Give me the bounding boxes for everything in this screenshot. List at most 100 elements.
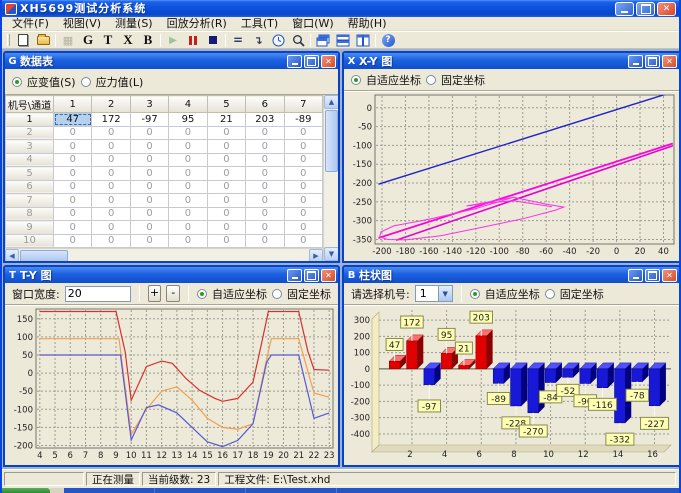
table-cell[interactable]: 0 (284, 126, 322, 140)
table-cell[interactable]: 0 (207, 234, 245, 248)
table-cell[interactable]: 0 (169, 153, 207, 167)
ty-adaptive-axis-radio[interactable] (197, 289, 207, 299)
strain-radio[interactable] (12, 77, 22, 87)
width-increase-button[interactable]: + (148, 285, 162, 302)
data-table-restore-button[interactable] (304, 55, 319, 68)
cascade-windows-button[interactable] (313, 32, 333, 48)
row-header[interactable]: 3 (6, 140, 54, 154)
table-cell[interactable]: 0 (169, 221, 207, 235)
xy-view-button[interactable]: X (118, 32, 138, 48)
table-cell[interactable]: 0 (169, 180, 207, 194)
ty-close-button[interactable] (321, 269, 336, 282)
machine-select[interactable]: 1 ▼ (415, 285, 453, 302)
menu-view[interactable]: 视图(V) (56, 17, 108, 30)
balance-button[interactable]: ▦ (58, 32, 78, 48)
tile-vertical-button[interactable] (353, 32, 373, 48)
table-cell[interactable]: 203 (246, 113, 284, 127)
bar-fixed-axis-radio[interactable] (545, 289, 555, 299)
start-button-edge[interactable] (2, 488, 50, 493)
open-file-button[interactable] (33, 32, 53, 48)
table-cell[interactable]: 21 (207, 113, 245, 127)
table-cell[interactable]: 0 (92, 126, 130, 140)
table-cell[interactable]: -97 (130, 113, 168, 127)
table-cell[interactable]: 0 (246, 207, 284, 221)
menu-window[interactable]: 窗口(W) (285, 17, 340, 30)
data-table-close-button[interactable] (321, 55, 336, 68)
menu-replay-analysis[interactable]: 回放分析(R) (160, 17, 234, 30)
table-cell[interactable]: 0 (130, 207, 168, 221)
table-cell[interactable]: 172 (92, 113, 130, 127)
column-header[interactable]: 5 (207, 96, 245, 113)
table-cell[interactable]: 0 (130, 180, 168, 194)
xy-fixed-axis-radio[interactable] (426, 75, 436, 85)
restore-button[interactable] (636, 2, 655, 16)
menu-measure[interactable]: 测量(S) (108, 17, 160, 30)
table-cell[interactable]: 0 (54, 140, 92, 154)
bar-adaptive-axis-radio[interactable] (470, 289, 480, 299)
table-cell[interactable]: 0 (54, 167, 92, 181)
ty-minimize-button[interactable] (287, 269, 302, 282)
table-cell[interactable]: 0 (284, 207, 322, 221)
stop-button[interactable] (203, 32, 223, 48)
menu-tools[interactable]: 工具(T) (234, 17, 285, 30)
table-cell[interactable]: 0 (169, 194, 207, 208)
table-cell[interactable]: 0 (130, 140, 168, 154)
ty-titlebar[interactable]: T T-Y 图 (5, 267, 338, 283)
ty-fixed-axis-radio[interactable] (272, 289, 282, 299)
table-cell[interactable]: 0 (54, 194, 92, 208)
table-cell[interactable]: 0 (246, 234, 284, 248)
row-header[interactable]: 9 (6, 221, 54, 235)
xy-restore-button[interactable] (645, 55, 660, 68)
table-cell[interactable]: 0 (54, 153, 92, 167)
column-header[interactable]: 7 (284, 96, 322, 113)
row-header[interactable]: 4 (6, 153, 54, 167)
ty-restore-button[interactable] (304, 269, 319, 282)
minimize-button[interactable] (615, 2, 634, 16)
column-header[interactable]: 1 (54, 96, 92, 113)
table-cell[interactable]: 0 (130, 194, 168, 208)
column-header[interactable]: 3 (130, 96, 168, 113)
step-button[interactable]: ↴ (248, 32, 268, 48)
start-button[interactable]: ▶ (163, 32, 183, 48)
table-cell[interactable]: 0 (92, 140, 130, 154)
table-cell[interactable]: 0 (169, 140, 207, 154)
grid-view-button[interactable]: G (78, 32, 98, 48)
table-cell[interactable]: 0 (169, 167, 207, 181)
table-cell[interactable]: 0 (246, 126, 284, 140)
table-cell[interactable]: 0 (54, 221, 92, 235)
table-cell[interactable]: 0 (284, 194, 322, 208)
table-cell[interactable]: 47 (54, 113, 92, 127)
scroll-right-icon[interactable]: ▶ (309, 249, 323, 261)
chevron-down-icon[interactable]: ▼ (438, 286, 452, 301)
table-cell[interactable]: 0 (130, 234, 168, 248)
menu-file[interactable]: 文件(F) (5, 17, 56, 30)
row-header[interactable]: 7 (6, 194, 54, 208)
table-cell[interactable]: 0 (130, 221, 168, 235)
table-cell[interactable]: 0 (92, 207, 130, 221)
table-cell[interactable]: 0 (92, 221, 130, 235)
table-cell[interactable]: 0 (284, 153, 322, 167)
zoom-button[interactable] (288, 32, 308, 48)
table-cell[interactable]: 0 (169, 207, 207, 221)
table-cell[interactable]: 0 (130, 167, 168, 181)
table-cell[interactable]: 0 (207, 126, 245, 140)
table-cell[interactable]: 0 (284, 140, 322, 154)
table-cell[interactable]: 0 (130, 153, 168, 167)
bar-close-button[interactable] (662, 269, 677, 282)
table-cell[interactable]: 0 (207, 221, 245, 235)
table-cell[interactable]: 0 (207, 194, 245, 208)
xy-titlebar[interactable]: X X-Y 图 (344, 53, 679, 69)
bar-view-button[interactable]: B (138, 32, 158, 48)
data-table-titlebar[interactable]: G 数据表 (5, 53, 338, 69)
table-cell[interactable]: 0 (284, 234, 322, 248)
table-cell[interactable]: -89 (284, 113, 322, 127)
close-button[interactable] (657, 2, 676, 16)
horizontal-scroll-thumb[interactable] (20, 250, 68, 261)
table-cell[interactable]: 0 (130, 126, 168, 140)
row-header[interactable]: 8 (6, 207, 54, 221)
xy-close-button[interactable] (662, 55, 677, 68)
ty-view-button[interactable]: T (98, 32, 118, 48)
xy-minimize-button[interactable] (628, 55, 643, 68)
table-cell[interactable]: 0 (284, 180, 322, 194)
new-file-button[interactable] (13, 32, 33, 48)
